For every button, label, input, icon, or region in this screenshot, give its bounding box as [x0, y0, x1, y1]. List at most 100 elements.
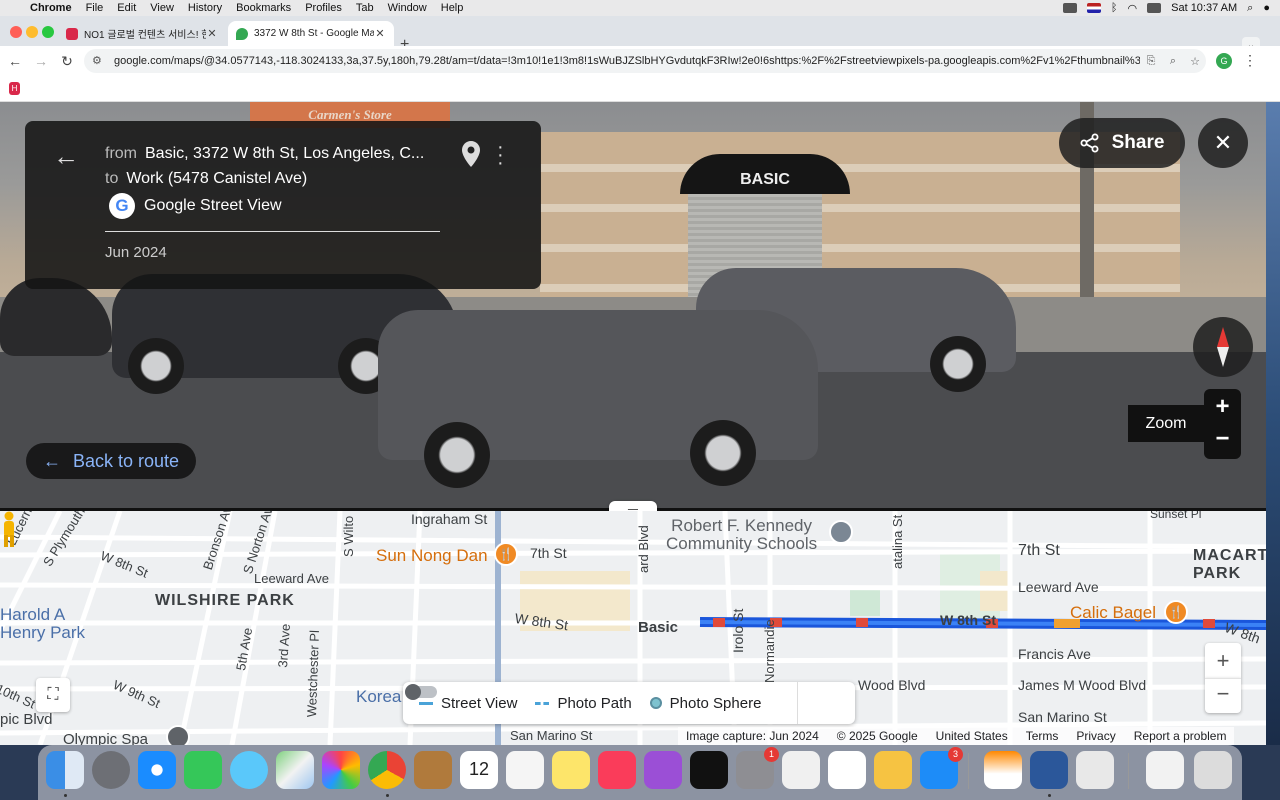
launchpad-icon[interactable] [92, 751, 130, 789]
restaurant-icon[interactable]: 🍴 [1164, 600, 1188, 624]
battery-icon[interactable] [1147, 3, 1162, 13]
install-app-icon[interactable]: ⎘ [1140, 55, 1162, 68]
tab-google-maps[interactable]: 3372 W 8th St - Google Maps ✕ [228, 21, 394, 46]
documents-stack-icon[interactable] [1146, 751, 1184, 789]
apple-tv-icon[interactable] [690, 751, 728, 789]
chrome-menu-icon[interactable]: ⋮ [1243, 52, 1257, 69]
label-koreatown: Korea [356, 687, 402, 706]
reminders-icon[interactable] [506, 751, 544, 789]
word-icon[interactable] [1030, 751, 1068, 789]
privacy-link[interactable]: Privacy [1076, 729, 1115, 743]
messages-icon[interactable] [230, 751, 268, 789]
facetime-icon[interactable] [184, 751, 222, 789]
capture-date[interactable]: Jun 2024 [105, 244, 167, 261]
utility-icon[interactable] [1076, 751, 1114, 789]
menu-bookmarks[interactable]: Bookmarks [236, 2, 291, 14]
label-harold-henry-park[interactable]: Harold A Henry Park [0, 606, 85, 642]
location-pin-icon[interactable] [462, 141, 480, 167]
finder-icon[interactable] [46, 751, 84, 789]
site-info-icon[interactable]: ⚙ [92, 54, 106, 68]
region-link[interactable]: United States [936, 729, 1008, 743]
user-icon[interactable] [1062, 3, 1077, 13]
tab-korean-site[interactable]: NO1 글로벌 컨텐츠 서비스! 한인디 ✕ [58, 21, 226, 46]
safari-icon[interactable] [138, 751, 176, 789]
source-label[interactable]: Google Street View [144, 197, 282, 215]
map-zoom-in-button[interactable]: + [1205, 643, 1241, 678]
clock[interactable]: Sat 10:37 AM [1171, 2, 1237, 14]
share-button[interactable]: Share [1059, 118, 1185, 168]
url-text[interactable]: google.com/maps/@34.0577143,-118.3024133… [114, 55, 1140, 67]
menu-file[interactable]: File [86, 2, 104, 14]
tab-strip: NO1 글로벌 컨텐츠 서비스! 한인디 ✕ 3372 W 8th St - G… [0, 16, 1280, 55]
menu-profiles[interactable]: Profiles [305, 2, 342, 14]
profile-avatar[interactable]: G [1216, 53, 1232, 69]
forward-arrow-icon[interactable]: → [32, 52, 50, 70]
fullscreen-icon[interactable]: ⛶ [36, 678, 70, 712]
street-view-zoom-in-button[interactable]: + [1204, 389, 1241, 424]
bookmark-site-icon[interactable]: H [9, 82, 20, 95]
zoom-window-button[interactable] [42, 26, 54, 38]
podcasts-icon[interactable] [644, 751, 682, 789]
map-zoom-out-button[interactable]: − [1205, 678, 1241, 713]
menu-view[interactable]: View [150, 2, 174, 14]
divider [105, 231, 440, 232]
report-problem-link[interactable]: Report a problem [1134, 729, 1227, 743]
menu-edit[interactable]: Edit [117, 2, 136, 14]
label-sun-nong-dan[interactable]: Sun Nong Dan [376, 546, 488, 566]
vlc-icon[interactable] [984, 751, 1022, 789]
menu-window[interactable]: Window [388, 2, 427, 14]
spotlight-search-icon[interactable]: ⌕ [1247, 2, 1253, 15]
maps-icon[interactable] [276, 751, 314, 789]
zoom-magnifier-icon[interactable]: ⌕ [1162, 55, 1184, 68]
close-window-button[interactable] [10, 26, 22, 38]
menu-chrome[interactable]: Chrome [30, 2, 72, 14]
photos-icon[interactable] [322, 751, 360, 789]
street-view-zoom-out-button[interactable]: − [1204, 424, 1241, 459]
label-westchester: Westchester Pl [304, 629, 323, 718]
siri-icon[interactable]: ● [1263, 2, 1270, 14]
layer-toggle-switch[interactable] [403, 682, 439, 702]
input-source-flag-icon[interactable] [1086, 3, 1101, 13]
pegman-icon[interactable] [0, 511, 18, 551]
terms-link[interactable]: Terms [1026, 729, 1059, 743]
menu-bar: Chrome File Edit View History Bookmarks … [0, 0, 1280, 16]
bookmark-star-icon[interactable]: ☆ [1184, 55, 1206, 68]
label-olympic-spa[interactable]: Olympic Spa [63, 731, 148, 745]
trash-icon[interactable] [1194, 751, 1232, 789]
map-footer: Image capture: Jun 2024 © 2025 Google Un… [678, 727, 1235, 745]
bluetooth-icon[interactable]: ᛒ [1111, 2, 1118, 14]
chrome-icon[interactable] [368, 751, 406, 789]
news-icon[interactable] [782, 751, 820, 789]
compass-south-needle [1217, 347, 1229, 367]
wifi-icon[interactable]: ◠ [1128, 2, 1138, 15]
restaurant-icon[interactable]: 🍴 [494, 542, 518, 566]
numbers-icon[interactable] [828, 751, 866, 789]
school-icon[interactable] [829, 520, 853, 544]
menu-history[interactable]: History [188, 2, 222, 14]
music-icon[interactable] [598, 751, 636, 789]
back-arrow-icon[interactable]: ← [53, 141, 79, 172]
tab-close-icon[interactable]: ✕ [374, 27, 386, 40]
tab-close-icon[interactable]: ✕ [206, 27, 218, 40]
notification-badge: 1 [764, 747, 779, 762]
close-street-view-icon[interactable]: ✕ [1198, 118, 1248, 168]
map[interactable]: Ingraham St Sun Nong Dan 🍴 7th St Robert… [0, 511, 1266, 745]
back-arrow-icon[interactable]: ← [6, 52, 24, 70]
label-basic[interactable]: Basic [638, 619, 678, 636]
dock: 12 1 3 [38, 745, 1242, 800]
label-w8th-route: W 8th St [940, 612, 996, 628]
notes-icon[interactable] [552, 751, 590, 789]
reload-icon[interactable]: ↻ [58, 52, 76, 70]
label-calic-bagel[interactable]: Calic Bagel [1070, 603, 1156, 623]
back-to-route-button[interactable]: ← Back to route [26, 443, 196, 479]
menu-tab[interactable]: Tab [356, 2, 374, 14]
minimize-window-button[interactable] [26, 26, 38, 38]
directions-panel: ← from Basic, 3372 W 8th St, Los Angeles,… [25, 121, 541, 289]
pages-icon[interactable] [874, 751, 912, 789]
more-options-icon[interactable]: · · · [497, 137, 504, 173]
label-rfk-schools[interactable]: Robert F. Kennedy Community Schools [666, 517, 817, 553]
address-bar[interactable]: ⚙ google.com/maps/@34.0577143,-118.30241… [84, 49, 1206, 73]
compass-icon[interactable] [1193, 317, 1253, 377]
menu-help[interactable]: Help [441, 2, 464, 14]
contacts-icon[interactable] [414, 751, 452, 789]
